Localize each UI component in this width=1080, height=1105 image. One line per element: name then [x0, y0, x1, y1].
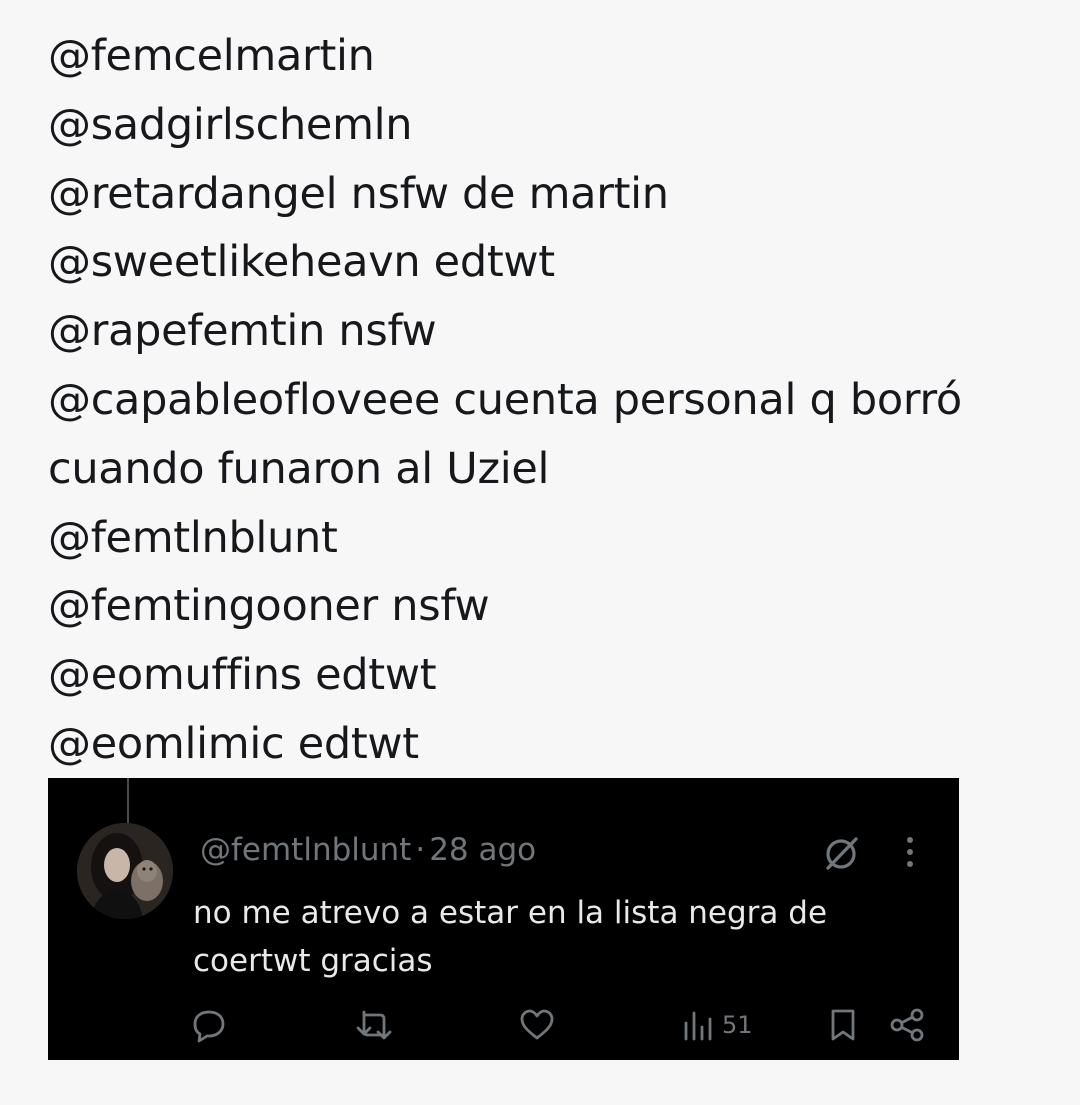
list-line: @sadgirlschemln	[48, 99, 413, 150]
profile-photo-icon	[77, 823, 173, 919]
bookmark-icon	[831, 1009, 855, 1041]
like-button[interactable]	[518, 1006, 556, 1044]
tweet-date[interactable]: 28 ago	[429, 832, 536, 868]
tweet-text: no me atrevo a estar en la lista negra d…	[193, 889, 893, 985]
views-count: 51	[722, 1011, 753, 1039]
tweet-meta: @femtlnblunt · 28 ago	[200, 830, 536, 870]
views-button[interactable]: 51	[682, 1006, 753, 1044]
list-line: cuando funaron al Uziel	[48, 443, 550, 494]
thread-connector-line	[127, 778, 129, 824]
list-line: @sweetlikeheavn edtwt	[48, 237, 555, 288]
grok-icon[interactable]	[822, 833, 862, 873]
heart-icon	[520, 1009, 554, 1040]
tweet-text-line: no me atrevo a estar en la lista negra d…	[193, 895, 828, 931]
retweet-icon	[356, 1010, 392, 1040]
list-line: @eomuffins edtwt	[48, 650, 437, 701]
list-line: @femtingooner nsfw	[48, 581, 490, 632]
more-vertical-icon[interactable]	[896, 834, 924, 870]
views-bar-chart-icon	[684, 1011, 712, 1041]
list-line: @rapefemtin nsfw	[48, 306, 437, 357]
list-line: @femtlnblunt	[48, 512, 338, 563]
tweet-handle[interactable]: @femtlnblunt	[200, 832, 411, 868]
meta-separator: ·	[415, 832, 426, 868]
bookmark-button[interactable]	[828, 1006, 858, 1044]
list-line: @eomlimic edtwt	[48, 718, 419, 769]
retweet-button[interactable]	[354, 1006, 394, 1044]
list-line: @retardangel nsfw de martin	[48, 168, 669, 219]
share-icon	[890, 1008, 924, 1042]
list-line: @femcelmartin	[48, 31, 375, 81]
list-line: @capableofloveee cuenta personal q borró	[48, 374, 962, 425]
avatar[interactable]	[77, 823, 173, 919]
tweet-text-line: coertwt gracias	[193, 943, 433, 979]
share-button[interactable]	[888, 1006, 926, 1044]
account-list: @femcelmartin @sadgirlschemln @retardang…	[48, 22, 1058, 779]
embedded-tweet-screenshot: @femtlnblunt · 28 ago no me atrevo a estar…	[48, 778, 959, 1060]
reply-button[interactable]	[191, 1006, 227, 1044]
reply-icon	[193, 1010, 225, 1043]
